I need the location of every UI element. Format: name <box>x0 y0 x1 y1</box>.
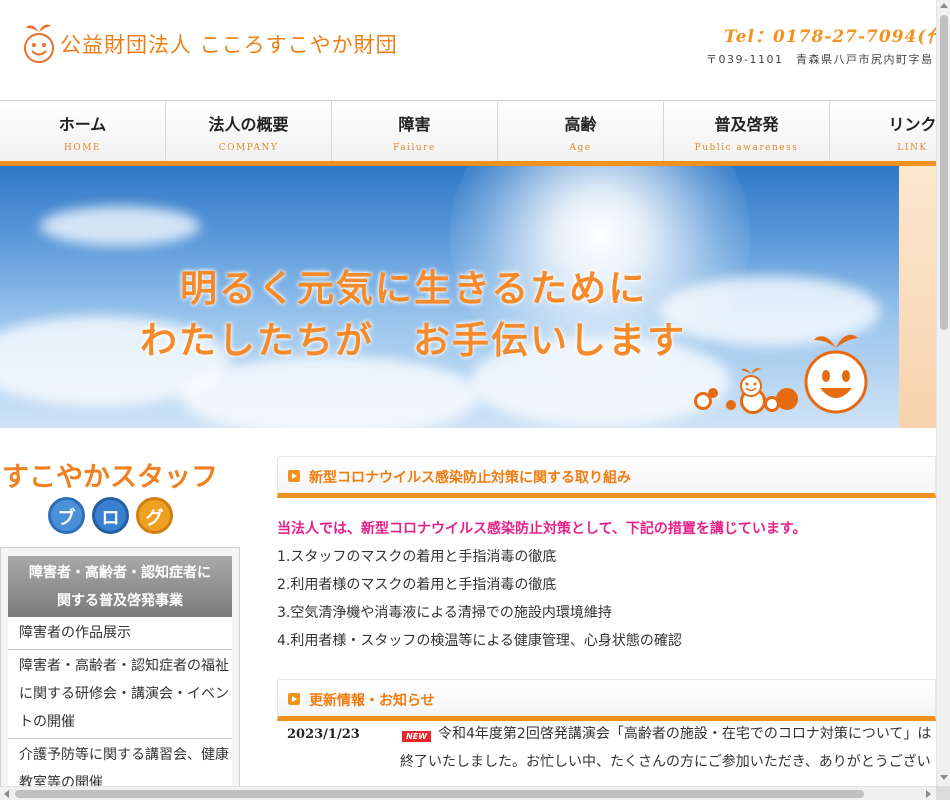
site-header: 公益財団法人 こころすこやか財団 Tel：0178-27-7094(代表 〒03… <box>0 0 936 100</box>
staff-blog-banner[interactable]: すこやかスタッフ ブ ロ グ <box>0 455 232 537</box>
small-mascot-icon <box>740 368 762 397</box>
measure-item: 3.空気清浄機や消毒液による清掃での施設内環境維持 <box>277 605 612 621</box>
scroll-down-arrow-icon[interactable] <box>940 775 948 780</box>
scroll-left-arrow-icon[interactable] <box>4 790 9 798</box>
nav-sublabel: Failure <box>393 143 436 153</box>
scrollbar-thumb[interactable] <box>15 790 864 798</box>
nav-item-link[interactable]: リンク LINK <box>830 101 936 161</box>
phone-number: Tel：0178-27-7094(代表 <box>724 27 936 47</box>
nav-sublabel: Public awareness <box>694 143 799 153</box>
nav-label: 法人の概要 <box>208 115 289 134</box>
sidebar-heading: 障害者・高齢者・認知症者に 関する普及啓発事業 <box>8 556 232 617</box>
nav-label: リンク <box>888 115 936 134</box>
section-title: 新型コロナウイルス感染防止対策に関する取り組み <box>309 470 631 486</box>
nav-label: 高齢 <box>564 115 597 134</box>
hero-headline: 明るく元気に生きるために <box>180 267 648 310</box>
address: 〒039-1101 青森県八戸市尻内町字島 <box>706 53 934 66</box>
nav-item-age[interactable]: 高齢 Age <box>498 101 664 161</box>
blog-title: すこやかスタッフ <box>2 462 218 493</box>
scrollbar-thumb[interactable] <box>940 15 948 330</box>
measure-item: 4.利用者様・スタッフの検温等による健康管理、心身状態の確認 <box>277 633 682 649</box>
horizontal-scrollbar[interactable] <box>0 786 936 800</box>
measure-item: 1.スタッフのマスクの着用と手指消毒の徹底 <box>277 549 557 565</box>
nav-item-failure[interactable]: 障害 Failure <box>332 101 498 161</box>
mascot-logo-icon <box>24 24 54 63</box>
cloud <box>40 206 200 246</box>
sidebar-item-seminars[interactable]: 障害者・高齢者・認知症者の福祉に関する研修会・講演会・イベントの開催 <box>8 650 232 739</box>
blog-badge: グ <box>136 497 173 534</box>
nav-label: 障害 <box>398 115 431 134</box>
news-section-heading: 更新情報・お知らせ <box>277 679 936 721</box>
site-logo[interactable]: 公益財団法人 こころすこやか財団 <box>22 20 398 68</box>
hero-subheadline: わたしたちが お手伝いします <box>140 319 686 362</box>
nav-sublabel: HOME <box>63 143 101 153</box>
covid-section-heading: 新型コロナウイルス感染防止対策に関する取り組み <box>277 456 936 498</box>
scrollbar-corner <box>936 786 950 800</box>
mascot-icon <box>804 334 868 414</box>
nav-sublabel: Age <box>569 143 592 153</box>
nav-label: 普及啓発 <box>714 115 779 134</box>
hero-banner: 明るく元気に生きるために わたしたちが お手伝いします <box>0 166 936 428</box>
nav-sublabel: LINK <box>897 143 928 153</box>
blog-badge: ブ <box>48 497 85 534</box>
scroll-up-arrow-icon[interactable] <box>940 3 948 8</box>
decorative-circle <box>726 400 736 410</box>
sidebar-heading-line: 関する普及啓発事業 <box>57 593 183 609</box>
sidebar-menu: 障害者・高齢者・認知症者に 関する普及啓発事業 障害者の作品展示 障害者・高齢者… <box>0 547 240 800</box>
news-item-text[interactable]: 令和4年度第2回啓発講演会「高齢者の施設・在宅でのコロナ対策について」は終了いた… <box>400 720 936 780</box>
site-title[interactable]: 公益財団法人 こころすこやか財団 <box>60 29 398 59</box>
scroll-right-arrow-icon[interactable] <box>926 790 931 798</box>
measure-item: 2.利用者様のマスクの着用と手指消毒の徹底 <box>277 577 557 593</box>
news-date: 2023/1/23 <box>287 727 360 742</box>
covid-intro: 当法人では、新型コロナウイルス感染防止対策として、下記の措置を講じています。 <box>277 521 807 537</box>
nav-item-company[interactable]: 法人の概要 COMPANY <box>166 101 332 161</box>
nav-sublabel: COMPANY <box>218 143 279 153</box>
nav-label: ホーム <box>58 115 107 134</box>
play-arrow-icon <box>288 470 300 482</box>
blog-badge: ロ <box>92 497 129 534</box>
sidebar-item-exhibition[interactable]: 障害者の作品展示 <box>8 617 232 650</box>
hero-side-panel <box>899 166 936 428</box>
nav-item-public-awareness[interactable]: 普及啓発 Public awareness <box>664 101 830 161</box>
decorative-circle <box>708 388 718 398</box>
decorative-circle <box>776 388 798 410</box>
play-arrow-icon <box>288 693 300 705</box>
vertical-scrollbar[interactable] <box>936 0 950 786</box>
nav-item-home[interactable]: ホーム HOME <box>0 101 166 161</box>
cloud <box>180 356 480 428</box>
sidebar-heading-line: 障害者・高齢者・認知症者に <box>29 565 211 581</box>
section-title: 更新情報・お知らせ <box>309 693 435 709</box>
global-nav: ホーム HOME 法人の概要 COMPANY 障害 Failure 高齢 Age… <box>0 100 936 166</box>
